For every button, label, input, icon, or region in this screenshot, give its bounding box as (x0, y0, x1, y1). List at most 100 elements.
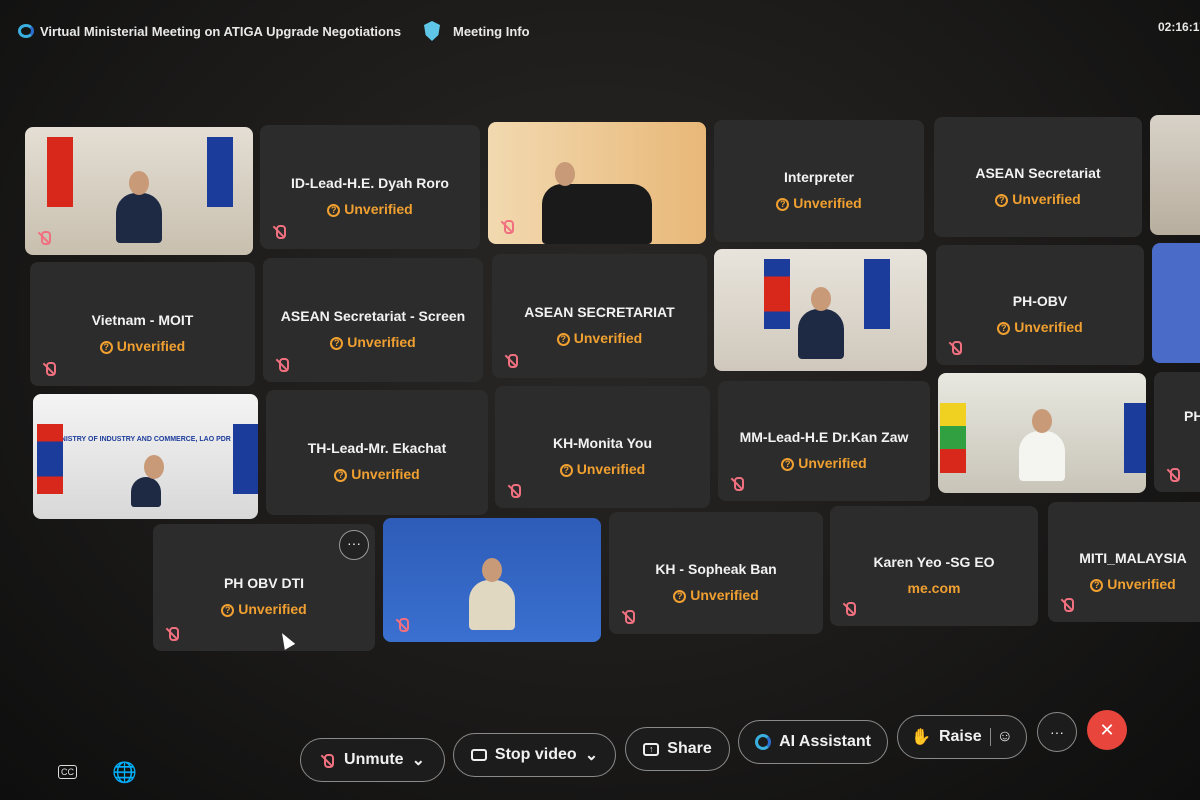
question-icon: ? (221, 603, 235, 617)
video-tile-laos[interactable]: MINISTRY OF INDUSTRY AND COMMERCE, LAO P… (33, 394, 258, 519)
raise-hand-button[interactable]: ✋ Raise ☺ (897, 715, 1027, 759)
participant-tile[interactable]: ··· PH OBV DTI ? Unverified (153, 524, 375, 651)
question-icon: ? (1090, 579, 1104, 592)
video-tile[interactable] (1152, 243, 1200, 363)
participant-tile[interactable]: PH (1154, 372, 1200, 492)
participant-tile[interactable]: ASEAN Secretariat - Screen ? Unverified (263, 258, 483, 382)
closed-captions-icon[interactable]: CC (58, 765, 77, 779)
chevron-down-icon[interactable]: ⌄ (412, 750, 425, 770)
participant-video (1019, 409, 1065, 481)
participant-tile[interactable]: Karen Yeo -SG EO me.com (830, 506, 1038, 626)
status-badge: ? Unverified (260, 201, 480, 217)
status-text: Unverified (1012, 191, 1081, 207)
question-icon: ? (99, 340, 113, 354)
status-badge: ? Unverified (609, 587, 823, 603)
participant-tile[interactable]: MM-Lead-H.E Dr.Kan Zaw ? Unverified (718, 381, 930, 501)
leave-meeting-button[interactable]: ✕ (1087, 710, 1127, 750)
more-options-button[interactable]: ··· (339, 530, 369, 560)
status-badge: ? Unverified (266, 466, 488, 482)
video-tile-malaysia[interactable] (383, 518, 601, 642)
participant-tile[interactable]: ASEAN Secretariat ? Unverified (934, 117, 1142, 237)
flag (207, 137, 233, 207)
status-text: Unverified (116, 337, 186, 354)
mic-muted-icon (1060, 598, 1074, 612)
participant-name: KH-Monita You (552, 434, 653, 451)
participant-name: ASEAN Secretariat (975, 165, 1101, 181)
participant-tile[interactable]: ASEAN SECRETARIAT ? Unverified (492, 254, 707, 378)
question-icon: ? (334, 469, 348, 482)
participant-tile[interactable]: ID-Lead-H.E. Dyah Roro ? Unverified (260, 125, 480, 249)
mic-muted-icon (507, 484, 521, 498)
video-tile-vietnam[interactable] (25, 127, 253, 255)
participant-tile[interactable]: TH-Lead-Mr. Ekachat ? Unverified (266, 390, 488, 515)
participant-name: TH-Lead-Mr. Ekachat (307, 440, 447, 456)
share-button[interactable]: ↑ Share (625, 727, 730, 771)
unmute-button[interactable]: Unmute ⌄ (300, 738, 445, 782)
question-icon: ? (327, 203, 341, 217)
mic-muted-icon (500, 220, 514, 234)
stop-video-button[interactable]: Stop video ⌄ (453, 733, 616, 777)
meeting-clock: 02:16:17 (1158, 20, 1200, 34)
flag (864, 259, 890, 329)
status-text: Unverified (793, 194, 862, 211)
participant-name: PH (1184, 408, 1200, 424)
question-icon: ? (673, 589, 687, 603)
participant-name: Vietnam - MOIT (91, 311, 194, 328)
mic-muted-icon (730, 477, 744, 491)
flag (37, 424, 63, 494)
banner-text: MINISTRY OF INDUSTRY AND COMMERCE, LAO P… (53, 436, 231, 443)
mic-muted-icon (948, 341, 962, 355)
status-badge: ? Unverified (263, 334, 483, 350)
mic-muted-icon (275, 358, 289, 372)
status-badge: ? Unverified (1048, 576, 1200, 592)
stop-video-label: Stop video (494, 746, 577, 763)
participant-video (797, 287, 844, 359)
status-text: Unverified (798, 455, 867, 471)
participant-tile[interactable]: MITI_MALAYSIA ? Unverified (1048, 502, 1200, 622)
more-button[interactable]: ··· (1037, 712, 1077, 752)
participant-name: MM-Lead-H.E Dr.Kan Zaw (739, 429, 909, 445)
participant-video (469, 558, 515, 630)
participant-name: MITI_MALAYSIA (1079, 550, 1187, 566)
video-tile-cambodia[interactable] (714, 249, 927, 371)
mic-muted-icon (37, 231, 51, 245)
question-icon: ? (776, 197, 790, 211)
participant-name: ASEAN Secretariat - Screen (280, 307, 466, 324)
flag (1124, 403, 1146, 473)
status-badge: ? Unverified (936, 319, 1144, 335)
participant-tile[interactable]: PH-OBV ? Unverified (936, 245, 1144, 365)
mic-muted-icon (395, 618, 409, 632)
mic-muted-icon (165, 627, 179, 641)
shield-icon[interactable] (424, 21, 440, 41)
question-icon: ? (997, 322, 1011, 335)
participant-tile[interactable]: Vietnam - MOIT ? Unverified (30, 262, 255, 386)
globe-icon[interactable]: 🌐 (112, 760, 137, 785)
participant-tile[interactable]: KH-Monita You ? Unverified (495, 386, 710, 508)
flag (233, 424, 258, 494)
meeting-info-button[interactable]: Meeting Info (453, 24, 530, 39)
question-icon: ? (556, 332, 570, 346)
flag (764, 259, 790, 329)
reactions-icon[interactable]: ☺ (989, 728, 1013, 746)
mic-muted-icon (320, 752, 336, 768)
video-tile[interactable] (1150, 115, 1200, 235)
participant-tile[interactable]: Interpreter ? Unverified (714, 120, 924, 242)
webex-logo-icon (18, 24, 34, 38)
video-tile[interactable] (488, 122, 706, 244)
video-tile-myanmar[interactable] (938, 373, 1146, 493)
status-badge: ? Unverified (495, 461, 710, 477)
meeting-header: Virtual Ministerial Meeting on ATIGA Upg… (0, 14, 1200, 50)
hand-icon: ✋ (911, 729, 931, 746)
status-text: Unverified (1014, 319, 1083, 335)
status-text: Unverified (347, 333, 416, 350)
ai-assistant-button[interactable]: AI Assistant (738, 720, 888, 764)
status-text: Unverified (1107, 576, 1176, 592)
participant-tile[interactable]: KH - Sopheak Ban ? Unverified (609, 512, 823, 634)
status-badge: ? Unverified (492, 330, 707, 346)
ai-assistant-label: AI Assistant (779, 733, 871, 750)
status-badge: ? Unverified (718, 455, 930, 471)
status-badge: ? Unverified (153, 601, 375, 617)
participant-name: Interpreter (783, 168, 855, 185)
status-text: Unverified (573, 329, 643, 346)
chevron-down-icon[interactable]: ⌄ (585, 745, 598, 765)
